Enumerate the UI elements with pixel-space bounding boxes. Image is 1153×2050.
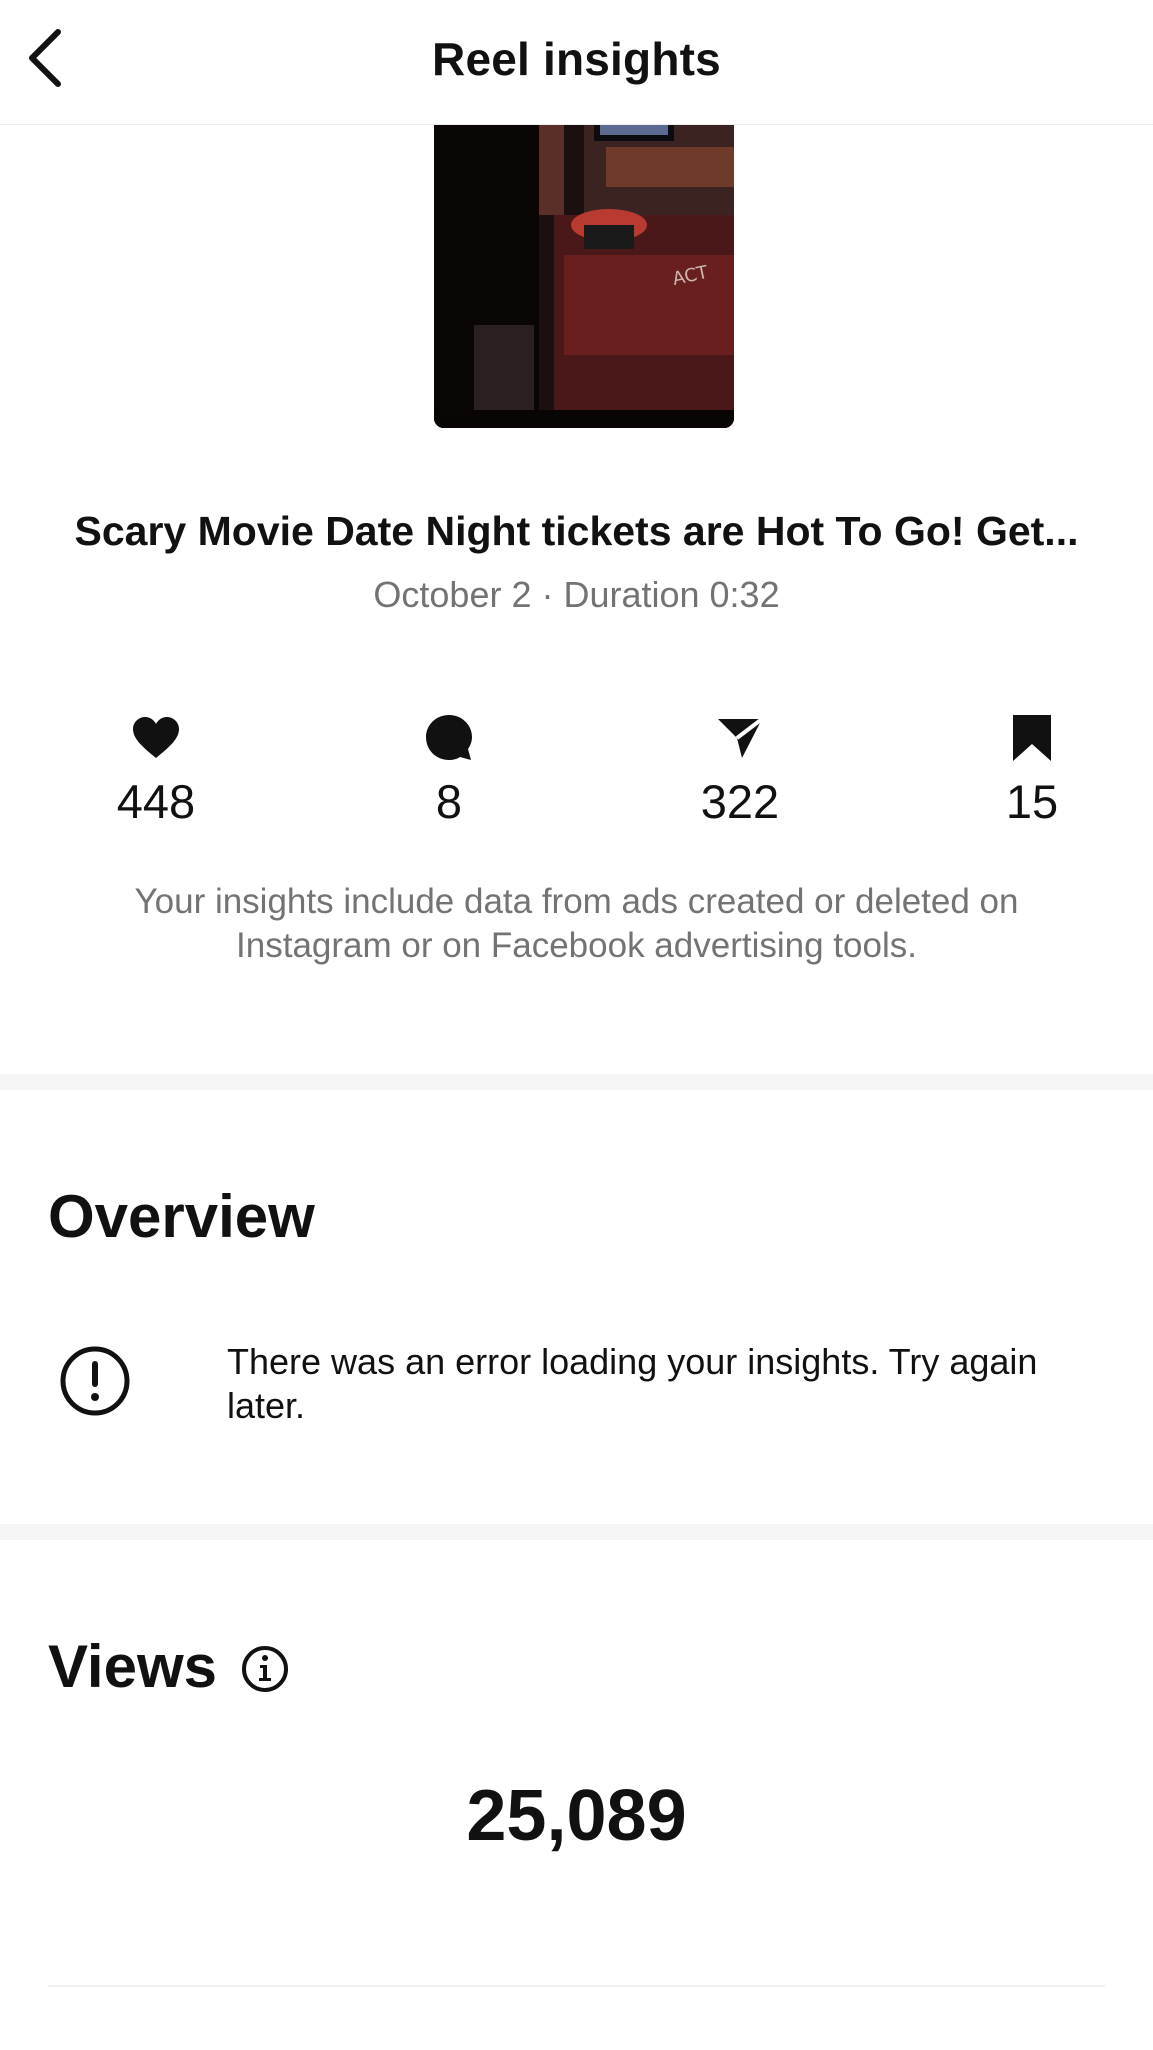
error-message: There was an error loading your insights…: [227, 1341, 1038, 1426]
likes-stat: 448: [56, 712, 256, 842]
comment-icon: [423, 712, 475, 764]
reel-caption: Scary Movie Date Night tickets are Hot T…: [74, 508, 1079, 554]
saves-stat: 15: [932, 712, 1132, 842]
saves-count: 15: [1005, 775, 1059, 828]
section-divider: [0, 1074, 1153, 1090]
likes-count: 448: [116, 775, 196, 828]
comments-count: 8: [435, 775, 463, 828]
share-icon: [714, 712, 766, 764]
alert-circle-icon: [60, 1346, 130, 1416]
shares-stat: 322: [640, 712, 840, 842]
reel-insights-page: Reel insights ACT Scary Movie Date Night…: [0, 0, 1153, 2050]
ads-disclaimer: Your insights include data from ads crea…: [134, 882, 1019, 965]
page-title: Reel insights: [432, 33, 721, 85]
comments-stat: 8: [349, 712, 549, 842]
reel-thumbnail[interactable]: ACT: [434, 125, 734, 428]
insights-error: There was an error loading your insights…: [0, 1330, 1153, 1430]
heart-icon: [130, 712, 182, 764]
views-heading: Views: [48, 1633, 218, 1700]
divider-line: [48, 1985, 1105, 1987]
views-count: 25,089: [466, 1776, 687, 1856]
bookmark-icon: [1006, 712, 1058, 764]
info-icon[interactable]: [240, 1644, 290, 1694]
reel-meta: October 2 · Duration 0:32: [373, 574, 780, 615]
section-divider: [0, 1524, 1153, 1540]
top-bar: Reel insights: [0, 0, 1153, 125]
shares-count: 322: [700, 775, 780, 828]
overview-heading: Overview: [48, 1183, 315, 1250]
